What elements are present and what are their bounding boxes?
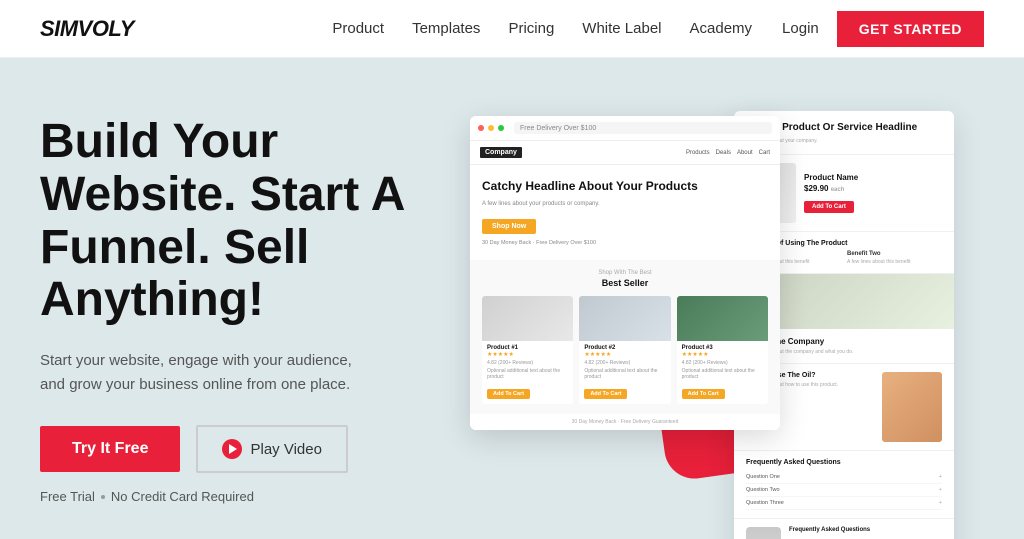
mockup-pretitle: Shop With The Best	[482, 270, 768, 276]
nav-item-templates[interactable]: Templates	[412, 20, 480, 37]
mockup-nav-cart: Cart	[759, 150, 770, 156]
no-credit-card-label: No Credit Card Required	[111, 489, 254, 504]
mockup2-bottle-faq: Frequently Asked Questions Question One …	[789, 527, 942, 539]
dot-red	[478, 125, 484, 131]
hero-subtext: Start your website, engage with your aud…	[40, 349, 360, 397]
play-video-button[interactable]: Play Video	[196, 425, 347, 473]
product-additional-1: Optional additional text about the produ…	[487, 368, 568, 380]
mockup-hero-title: Catchy Headline About Your Products	[482, 179, 768, 195]
hero-section: Build Your Website. Start A Funnel. Sell…	[0, 58, 1024, 539]
mockup2-faq-item-2: Question Two +	[746, 484, 942, 497]
website-mockup-main: Free Delivery Over $100 Company Products…	[470, 116, 780, 430]
mockup2-faq-title: Frequently Asked Questions	[746, 459, 942, 466]
nav-item-academy[interactable]: Academy	[690, 20, 753, 37]
logo-italic: V	[78, 16, 92, 41]
mockup-guarantee-text: 30 Day Money Back · Free Delivery Over $…	[482, 240, 768, 246]
product-additional-3: Optional additional text about the produ…	[682, 368, 763, 380]
faq-chevron-3: +	[939, 500, 942, 506]
mockup-topbar: Free Delivery Over $100	[470, 116, 780, 141]
product-info-3: Product #3 ★★★★★ 4.82 (200+ Reviews) Opt…	[677, 341, 768, 404]
product-desc-1: 4.82 (200+ Reviews)	[487, 360, 568, 366]
bottle-faq-title: Frequently Asked Questions	[789, 527, 942, 533]
mockup-nav-about: About	[737, 150, 753, 156]
mockup2-benefit-2: Benefit Two A few lines about this benef…	[847, 251, 942, 265]
hero-content-left: Build Your Website. Start A Funnel. Sell…	[40, 106, 470, 504]
price-label: each	[831, 187, 845, 193]
product-additional-2: Optional additional text about the produ…	[584, 368, 665, 380]
mockup-products-grid: Product #1 ★★★★★ 4.82 (200+ Reviews) Opt…	[482, 296, 768, 404]
play-icon	[222, 439, 242, 459]
product-stars-1: ★★★★★	[487, 351, 568, 358]
faq-chevron-2: +	[939, 487, 942, 493]
mockup2-add-btn: Add To Cart	[804, 201, 854, 213]
mockup-shop-btn: Shop Now	[482, 219, 536, 234]
faq-q-3: Question Three	[746, 500, 784, 506]
nav-links: Product Templates Pricing White Label Ac…	[332, 20, 752, 37]
play-video-label: Play Video	[250, 441, 321, 458]
product-info-1: Product #1 ★★★★★ 4.82 (200+ Reviews) Opt…	[482, 341, 573, 404]
mockup-nav-links: Products Deals About Cart	[686, 150, 770, 156]
mockup2-person-image	[882, 372, 942, 442]
faq-chevron-1: +	[939, 474, 942, 480]
mockup-products-section: Shop With The Best Best Seller Product #…	[470, 260, 780, 414]
mockup-section-title: Best Seller	[482, 278, 768, 288]
try-it-free-button[interactable]: Try It Free	[40, 426, 180, 472]
product-btn-3: Add To Cart	[682, 389, 725, 399]
hero-note: Free Trial No Credit Card Required	[40, 489, 470, 504]
mockup-product-1: Product #1 ★★★★★ 4.82 (200+ Reviews) Opt…	[482, 296, 573, 404]
mockup2-product-name: Product Name	[804, 173, 942, 182]
separator-dot	[101, 495, 105, 499]
price-value: $29.90	[804, 184, 828, 193]
logo-text-part2: OLY	[92, 16, 134, 41]
mockup2-faq: Frequently Asked Questions Question One …	[734, 451, 954, 518]
free-trial-label: Free Trial	[40, 489, 95, 504]
product-image-3	[677, 296, 768, 341]
play-triangle-icon	[229, 444, 237, 454]
navbar: SIMVOLY Product Templates Pricing White …	[0, 0, 1024, 58]
mockup-nav: Company Products Deals About Cart	[470, 141, 780, 165]
faq-q-1: Question One	[746, 474, 780, 480]
nav-item-white-label[interactable]: White Label	[582, 20, 661, 37]
mockup2-product-price: $29.90 each	[804, 184, 942, 193]
benefit-text-2: A few lines about this benefit	[847, 259, 942, 265]
mockup-product-3: Product #3 ★★★★★ 4.82 (200+ Reviews) Opt…	[677, 296, 768, 404]
product-btn-1: Add To Cart	[487, 389, 530, 399]
product-image-1	[482, 296, 573, 341]
mockup-footer: 30 Day Money Back · Free Delivery Guaran…	[470, 414, 780, 430]
product-image-2	[579, 296, 670, 341]
nav-item-product[interactable]: Product	[332, 20, 384, 37]
mockup2-product-details: Product Name $29.90 each Add To Cart	[804, 173, 942, 213]
mockup-logo: Company	[480, 147, 522, 158]
dot-green	[498, 125, 504, 131]
mockup2-faq-item-1: Question One +	[746, 471, 942, 484]
mockup-hero-sub: A few lines about your products or compa…	[482, 201, 768, 207]
nav-item-pricing[interactable]: Pricing	[508, 20, 554, 37]
product-btn-2: Add To Cart	[584, 389, 627, 399]
mockup2-bottle-section: Frequently Asked Questions Question One …	[734, 518, 954, 539]
mockup2-bottle-image	[746, 527, 781, 539]
product-desc-3: 4.82 (200+ Reviews)	[682, 360, 763, 366]
logo-text-part1: SIM	[40, 16, 78, 41]
hero-headline: Build Your Website. Start A Funnel. Sell…	[40, 116, 470, 327]
faq-q-2: Question Two	[746, 487, 780, 493]
mockup-nav-deals: Deals	[716, 150, 731, 156]
brand-logo[interactable]: SIMVOLY	[40, 16, 134, 42]
product-stars-2: ★★★★★	[584, 351, 665, 358]
url-text: Free Delivery Over $100	[520, 125, 596, 132]
login-link[interactable]: Login	[782, 20, 819, 37]
product-desc-2: 4.82 (200+ Reviews)	[584, 360, 665, 366]
mockup-url-bar: Free Delivery Over $100	[514, 122, 772, 134]
mockup-nav-products: Products	[686, 150, 710, 156]
product-stars-3: ★★★★★	[682, 351, 763, 358]
mockup-product-2: Product #2 ★★★★★ 4.82 (200+ Reviews) Opt…	[579, 296, 670, 404]
mockup2-faq-item-3: Question Three +	[746, 497, 942, 510]
benefit-title-2: Benefit Two	[847, 251, 942, 257]
hero-visuals: Free Delivery Over $100 Company Products…	[450, 106, 984, 539]
mockup-hero-section: Catchy Headline About Your Products A fe…	[470, 165, 780, 260]
product-info-2: Product #2 ★★★★★ 4.82 (200+ Reviews) Opt…	[579, 341, 670, 404]
dot-yellow	[488, 125, 494, 131]
hero-buttons: Try It Free Play Video	[40, 425, 470, 473]
get-started-button[interactable]: GET STARTED	[837, 11, 984, 47]
